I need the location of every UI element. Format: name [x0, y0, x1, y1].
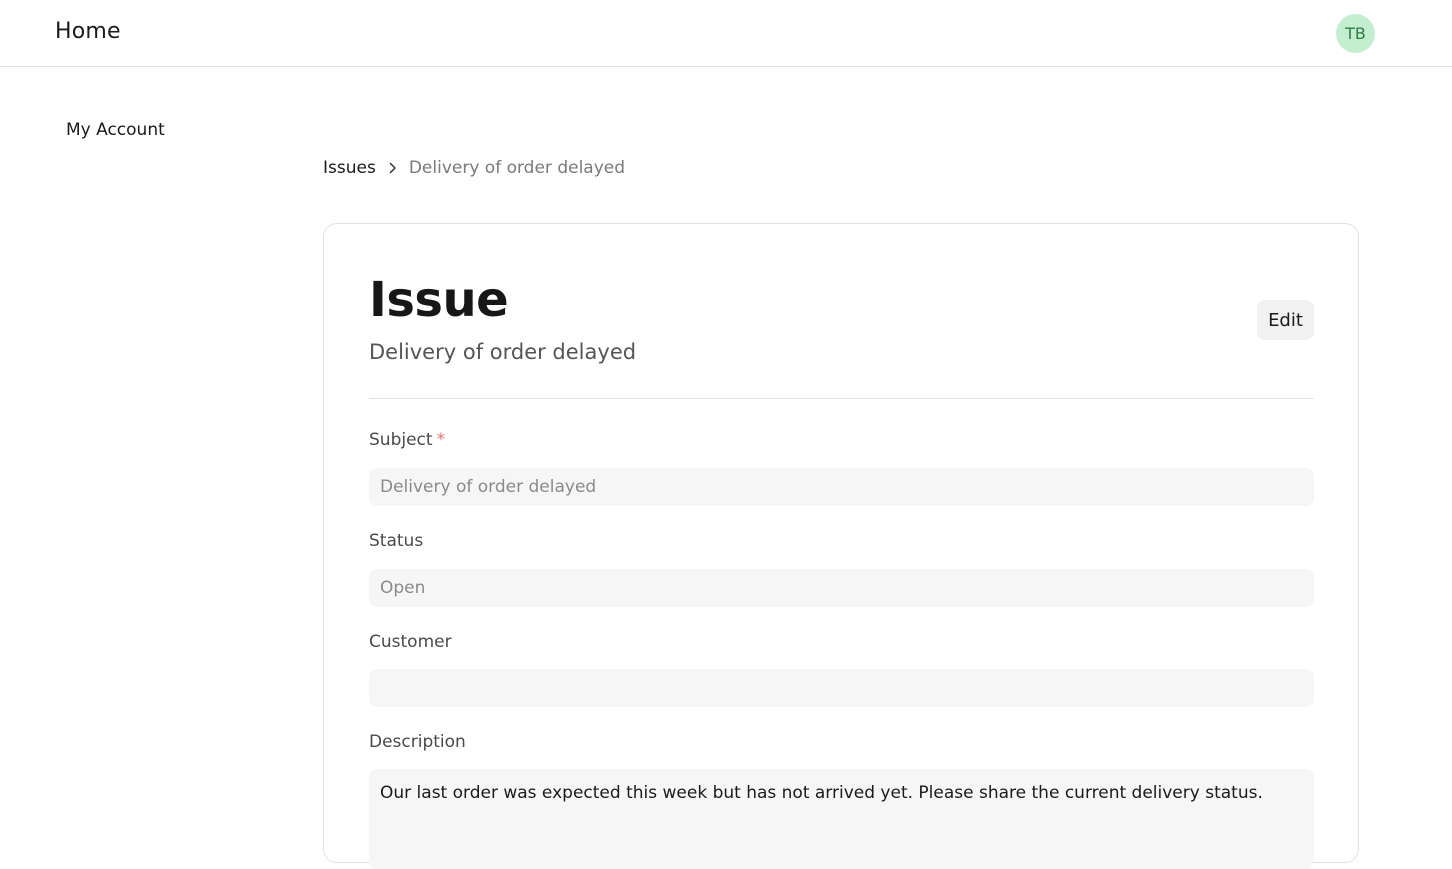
sidebar-item-my-account[interactable]: My Account — [66, 120, 165, 140]
user-avatar[interactable]: TB — [1336, 14, 1375, 53]
home-link[interactable]: Home — [55, 19, 121, 44]
chevron-right-icon — [388, 161, 398, 175]
page-title: Issue — [369, 272, 509, 328]
divider — [369, 398, 1314, 399]
description-field[interactable]: Our last order was expected this week bu… — [369, 769, 1314, 869]
subject-label-text: Subject — [369, 430, 433, 450]
status-field[interactable]: Open — [369, 569, 1314, 607]
subject-label: Subject * — [369, 430, 445, 450]
edit-button[interactable]: Edit — [1257, 300, 1314, 340]
description-label: Description — [369, 732, 466, 752]
required-marker: * — [436, 430, 446, 450]
breadcrumb: Issues Delivery of order delayed — [323, 158, 625, 178]
status-label: Status — [369, 531, 424, 551]
customer-field[interactable] — [369, 669, 1314, 707]
subject-field[interactable]: Delivery of order delayed — [369, 468, 1314, 506]
breadcrumb-current: Delivery of order delayed — [408, 158, 626, 178]
page-subtitle: Delivery of order delayed — [369, 340, 637, 364]
customer-label: Customer — [369, 632, 452, 652]
breadcrumb-issues-link[interactable]: Issues — [323, 158, 376, 178]
issue-card: Issue Delivery of order delayed Edit Sub… — [323, 223, 1359, 869]
top-navbar: Home TB — [0, 0, 1452, 67]
